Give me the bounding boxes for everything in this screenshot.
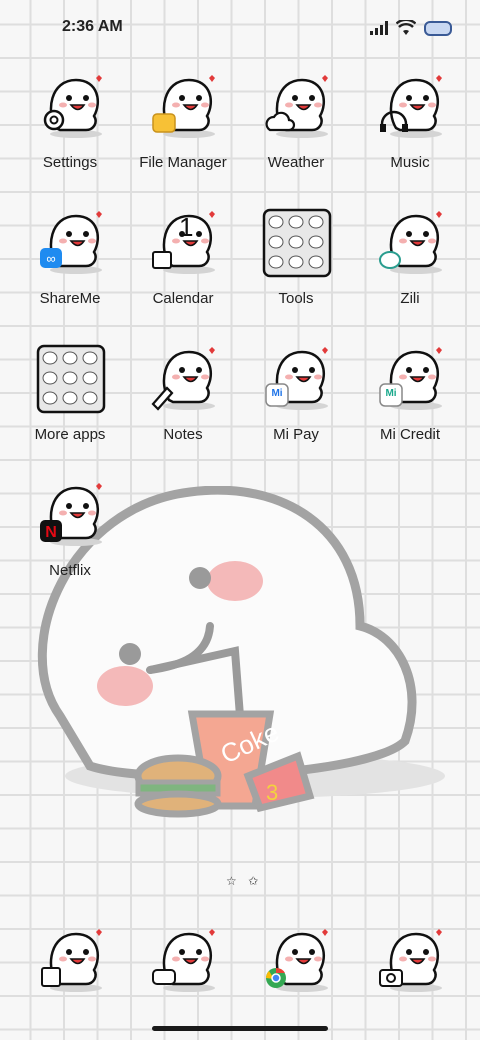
app-label: Weather: [267, 154, 325, 171]
svg-text:Mi: Mi: [271, 388, 282, 399]
camera-icon: [376, 926, 446, 996]
app-notes[interactable]: Notes: [127, 344, 239, 464]
svg-text:1: 1: [179, 212, 193, 242]
svg-text:Mi: Mi: [385, 388, 396, 399]
calendar-icon: 1: [149, 208, 219, 278]
app-label: ShareMe: [39, 290, 101, 307]
status-icons: [370, 18, 452, 38]
app-label: Netflix: [49, 562, 91, 579]
mi-credit-icon: Mi: [376, 344, 446, 414]
file-manager-icon: [149, 72, 219, 142]
app-shareme[interactable]: ∞ ShareMe: [14, 208, 126, 328]
app-label: Mi Credit: [379, 426, 440, 443]
app-weather[interactable]: Weather: [240, 72, 352, 192]
page-indicator[interactable]: ☆ ✩: [226, 874, 262, 888]
zili-icon: [376, 208, 446, 278]
app-label: Mi Pay: [273, 426, 319, 443]
svg-text:N: N: [45, 524, 57, 541]
app-calendar[interactable]: 1 Calendar: [127, 208, 239, 328]
home-indicator[interactable]: [152, 1026, 328, 1031]
app-netflix[interactable]: N Netflix: [14, 480, 126, 600]
app-settings[interactable]: Settings: [14, 72, 126, 192]
app-zili[interactable]: Zili: [354, 208, 466, 328]
app-mi-credit[interactable]: Mi Mi Credit: [354, 344, 466, 464]
signal-icon: [370, 21, 388, 35]
svg-text:∞: ∞: [46, 251, 55, 266]
netflix-icon: N: [36, 480, 106, 550]
app-tools[interactable]: Tools: [240, 208, 352, 328]
app-label: File Manager: [139, 154, 227, 171]
battery-icon: [424, 20, 452, 36]
app-more-apps[interactable]: More apps: [14, 344, 126, 464]
more-apps-icon: [36, 344, 106, 414]
dock-camera[interactable]: [354, 926, 466, 1006]
tools-icon: [262, 208, 332, 278]
mi-pay-icon: Mi: [262, 344, 332, 414]
app-label: Settings: [42, 154, 98, 171]
dock-phone[interactable]: [14, 926, 126, 1006]
shareme-icon: ∞: [36, 208, 106, 278]
dock-messages[interactable]: [127, 926, 239, 1006]
chrome-icon: [262, 926, 332, 996]
app-mi-pay[interactable]: Mi Mi Pay: [240, 344, 352, 464]
fries-number: 3: [266, 780, 278, 805]
status-bar: 2:36 AM: [0, 0, 480, 56]
app-label: Calendar: [152, 290, 214, 307]
app-label: More apps: [34, 426, 106, 443]
app-file-manager[interactable]: File Manager: [127, 72, 239, 192]
settings-icon: [36, 72, 106, 142]
phone-icon: [36, 926, 106, 996]
app-label: Zili: [400, 290, 420, 307]
app-label: Music: [390, 154, 430, 171]
wifi-icon: [396, 20, 416, 35]
notes-icon: [149, 344, 219, 414]
music-icon: [376, 72, 446, 142]
weather-icon: [262, 72, 332, 142]
status-time: 2:36 AM: [62, 18, 123, 35]
app-music[interactable]: Music: [354, 72, 466, 192]
app-label: Tools: [278, 290, 314, 307]
app-label: Notes: [163, 426, 203, 443]
dock-chrome[interactable]: [240, 926, 352, 1006]
message-icon: [149, 926, 219, 996]
